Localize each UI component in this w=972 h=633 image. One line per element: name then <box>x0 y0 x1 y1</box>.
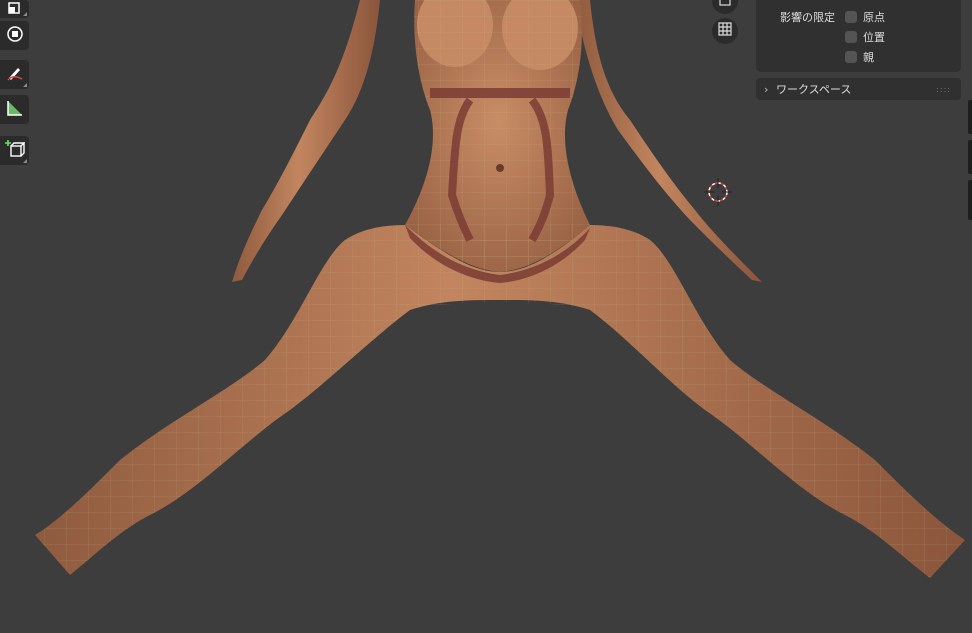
locations-label: 位置 <box>863 31 885 44</box>
navel <box>496 164 504 172</box>
annotate-tool[interactable] <box>0 60 29 89</box>
parents-label: 親 <box>863 51 874 64</box>
affect-origins-option[interactable]: 原点 <box>845 9 885 25</box>
sidebar-tab-3[interactable] <box>968 180 972 220</box>
transform-icon <box>5 24 25 48</box>
seam-upper <box>430 88 570 98</box>
add-cube-icon <box>4 139 26 163</box>
transform-tool[interactable] <box>0 21 29 50</box>
options-panel: 影響の限定 原点 位置 親 <box>756 0 961 72</box>
sidebar-tab-2[interactable] <box>968 140 972 174</box>
ruler-icon <box>5 98 25 122</box>
scale-tool[interactable] <box>0 0 29 18</box>
locations-checkbox[interactable] <box>845 31 857 43</box>
scale-icon <box>7 0 23 19</box>
camera-view-icon <box>718 0 732 11</box>
origins-checkbox[interactable] <box>845 11 857 23</box>
add-cube-tool[interactable] <box>0 136 29 165</box>
measure-tool[interactable] <box>0 95 29 124</box>
grid-view-button[interactable] <box>712 18 738 44</box>
workspace-label: ワークスペース <box>776 83 852 96</box>
chevron-right-icon: › <box>764 82 769 96</box>
parents-checkbox[interactable] <box>845 51 857 63</box>
drag-handle-icon[interactable]: :::: <box>936 85 951 94</box>
annotate-pencil-icon <box>5 63 25 87</box>
workspace-panel-header[interactable]: › ワークスペース :::: <box>756 78 961 100</box>
sidebar-tab-1[interactable] <box>968 100 972 134</box>
origins-label: 原点 <box>863 11 885 24</box>
affect-parents-option[interactable]: 親 <box>845 49 874 65</box>
affect-locations-option[interactable]: 位置 <box>845 29 885 45</box>
3d-cursor[interactable] <box>704 178 732 206</box>
grid-view-icon <box>717 21 733 41</box>
affect-only-label: 影響の限定 <box>780 11 835 24</box>
